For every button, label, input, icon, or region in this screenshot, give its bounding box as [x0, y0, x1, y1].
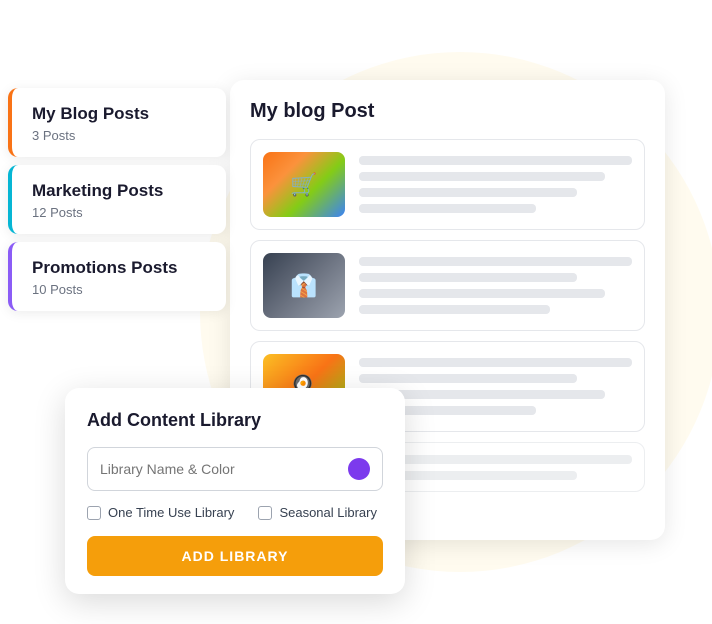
one-time-use-checkbox[interactable]: One Time Use Library: [87, 505, 234, 520]
sidebar-item-count: 12 Posts: [32, 205, 210, 220]
scene: My Blog Posts 3 Posts Marketing Posts 12…: [0, 0, 712, 624]
text-line: [359, 204, 536, 213]
checkboxes-row: One Time Use Library Seasonal Library: [87, 505, 383, 520]
text-line: [359, 156, 632, 165]
seasonal-library-label: Seasonal Library: [279, 505, 377, 520]
seasonal-library-checkbox[interactable]: Seasonal Library: [258, 505, 377, 520]
sidebar-item-count: 10 Posts: [32, 282, 210, 297]
library-name-input[interactable]: [100, 461, 348, 477]
one-time-use-label: One Time Use Library: [108, 505, 234, 520]
post-thumbnail: [263, 152, 345, 217]
text-line: [359, 374, 577, 383]
text-line: [359, 273, 577, 282]
sidebar-item-title: Marketing Posts: [32, 181, 210, 201]
post-thumbnail: [263, 253, 345, 318]
text-line: [359, 257, 632, 266]
checkbox-box: [87, 506, 101, 520]
post-item[interactable]: [250, 240, 645, 331]
add-library-title: Add Content Library: [87, 410, 383, 431]
sidebar-item-marketing-posts[interactable]: Marketing Posts 12 Posts: [8, 165, 226, 234]
color-picker-dot[interactable]: [348, 458, 370, 480]
checkbox-box: [258, 506, 272, 520]
text-line: [359, 188, 577, 197]
sidebar-item-promotions-posts[interactable]: Promotions Posts 10 Posts: [8, 242, 226, 311]
main-panel-title: My blog Post: [250, 100, 645, 123]
text-line: [359, 305, 550, 314]
add-library-button[interactable]: ADD LIBRARY: [87, 536, 383, 576]
text-line: [359, 289, 605, 298]
text-line: [359, 358, 632, 367]
sidebar-item-count: 3 Posts: [32, 128, 210, 143]
sidebar-item-title: My Blog Posts: [32, 104, 210, 124]
sidebar: My Blog Posts 3 Posts Marketing Posts 12…: [8, 88, 226, 319]
post-item[interactable]: [250, 139, 645, 230]
add-library-popup: Add Content Library One Time Use Library…: [65, 388, 405, 594]
sidebar-item-my-blog-posts[interactable]: My Blog Posts 3 Posts: [8, 88, 226, 157]
post-lines: [359, 257, 632, 314]
post-lines: [359, 156, 632, 213]
text-line: [359, 172, 605, 181]
library-input-row: [87, 447, 383, 491]
sidebar-item-title: Promotions Posts: [32, 258, 210, 278]
